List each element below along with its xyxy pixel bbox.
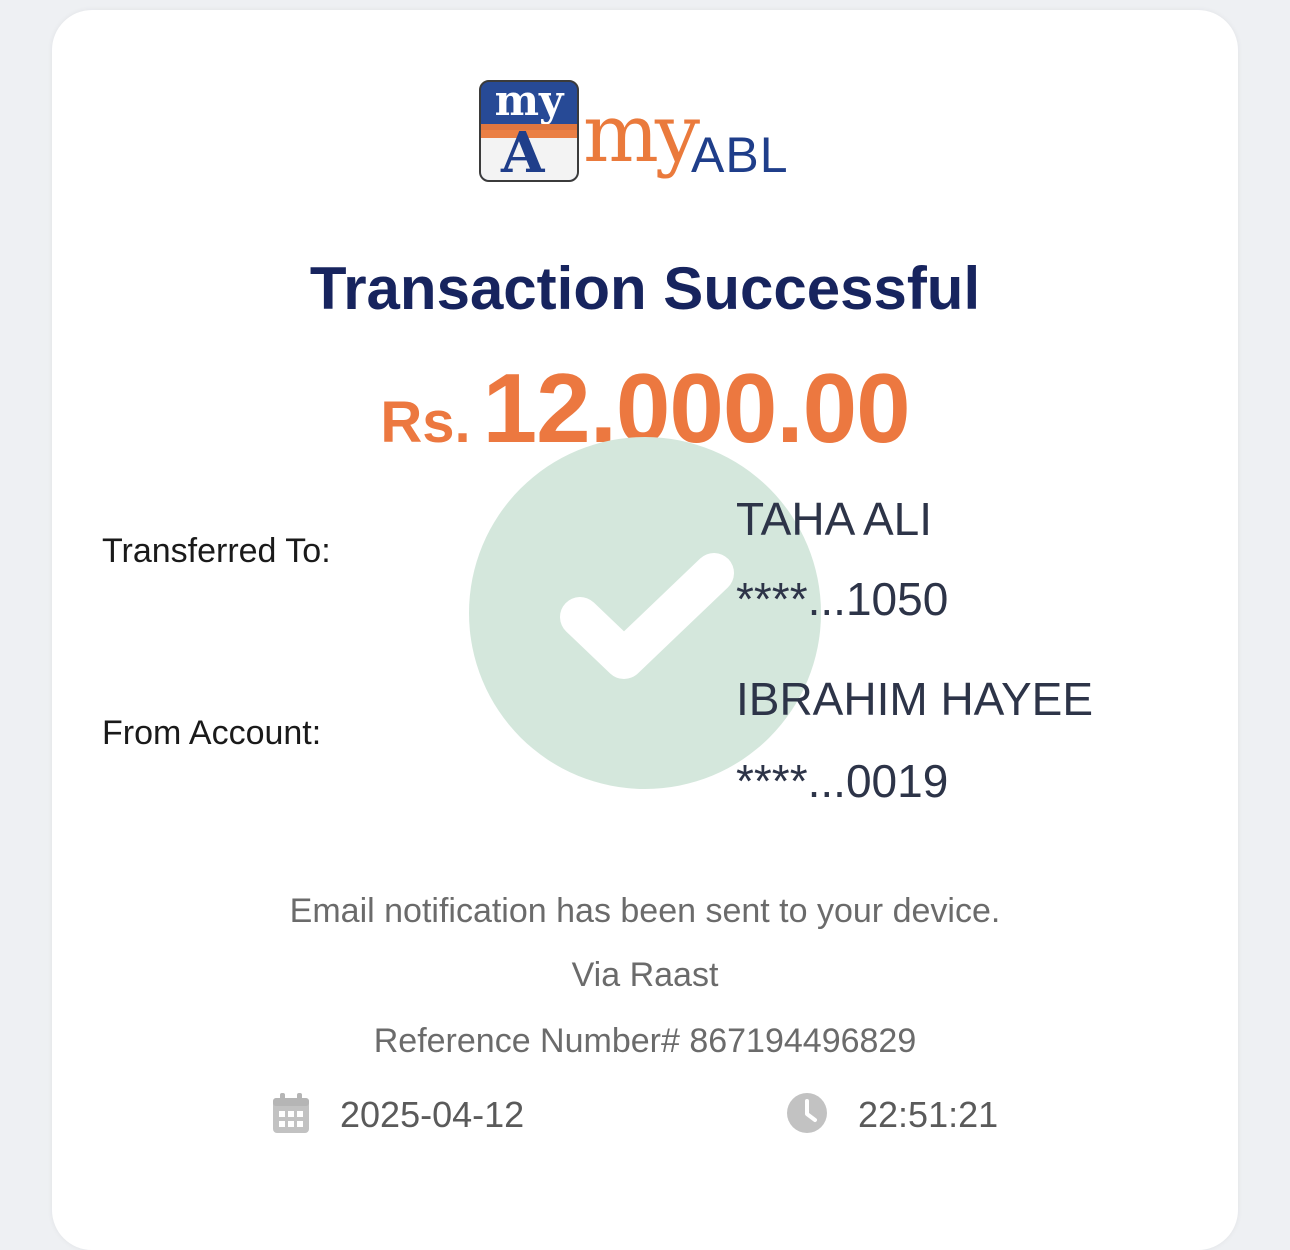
recipient-account: ****...1050 (736, 573, 949, 625)
recipient-name: TAHA ALI (736, 493, 933, 545)
page-title: Transaction Successful (309, 255, 981, 322)
sender-account: ****...0019 (736, 755, 949, 807)
logo-wordmark-abl: ABL (691, 127, 789, 183)
clock-icon (786, 1092, 828, 1138)
receipt-card: my A my ABL Transaction Successful Rs. 12… (52, 10, 1238, 1250)
transaction-time: 22:51:21 (858, 1094, 999, 1135)
amount-currency: Rs. (380, 390, 471, 455)
myabl-logo: my A my ABL (479, 80, 819, 200)
transaction-date: 2025-04-12 (340, 1094, 525, 1135)
sender-name: IBRAHIM HAYEE (736, 673, 1093, 725)
calendar-icon (272, 1092, 310, 1138)
reference-number: Reference Number# 867194496829 (373, 1022, 917, 1060)
via-text: Via Raast (571, 956, 719, 994)
from-account-label: From Account: (102, 714, 322, 752)
myabl-badge-icon: my A (479, 80, 579, 182)
logo-wordmark-my: my (583, 87, 700, 180)
logo-badge-letter: A (501, 120, 545, 182)
notification-text: Email notification has been sent to your… (289, 892, 1001, 930)
transferred-to-label: Transferred To: (102, 532, 331, 570)
